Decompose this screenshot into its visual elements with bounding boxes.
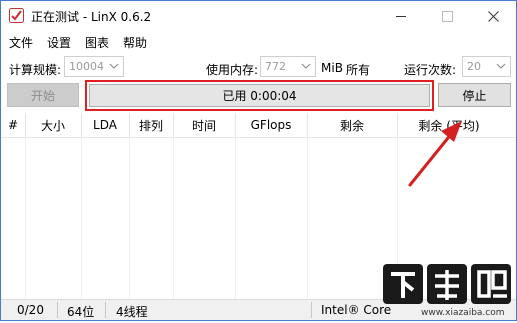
memory-unit: MiB bbox=[321, 61, 343, 75]
status-progress: 0/20 bbox=[17, 303, 44, 317]
elapsed-highlight: 已用 0:00:04 bbox=[85, 80, 434, 111]
status-threads: 4线程 bbox=[116, 305, 148, 319]
minimize-button[interactable] bbox=[378, 1, 424, 31]
status-bits: 64位 bbox=[67, 305, 95, 319]
column-gridline bbox=[173, 137, 174, 299]
column-header-align[interactable]: 排列 bbox=[129, 113, 173, 137]
watermark-url: www.xiazaiba.com bbox=[421, 308, 505, 318]
problem-size-label: 计算规模: bbox=[9, 63, 62, 77]
column-gridline bbox=[81, 137, 82, 299]
all-memory-option[interactable]: 所有 bbox=[346, 61, 370, 78]
column-gridline bbox=[129, 137, 130, 299]
close-button[interactable] bbox=[470, 1, 516, 31]
column-separator bbox=[25, 113, 26, 137]
runs-combo[interactable]: 20 bbox=[462, 56, 511, 77]
runs-label: 运行次数: bbox=[404, 63, 457, 77]
column-separator bbox=[81, 113, 82, 137]
column-gridline bbox=[307, 137, 308, 299]
menu-charts[interactable]: 图表 bbox=[85, 34, 109, 51]
column-header-remaining-avg[interactable]: 剩余 (平均) bbox=[397, 113, 501, 137]
checkmark-app-icon bbox=[9, 8, 24, 23]
column-gridline bbox=[25, 137, 26, 299]
chevron-down-icon bbox=[496, 63, 506, 69]
maximize-icon bbox=[441, 10, 453, 22]
stop-button[interactable]: 停止 bbox=[438, 83, 511, 107]
column-separator bbox=[173, 113, 174, 137]
status-separator bbox=[105, 302, 106, 318]
menu-settings[interactable]: 设置 bbox=[47, 34, 71, 51]
settings-row: 计算规模: 10004 使用内存: 772 MiB 所有 运行次数: 20 bbox=[1, 56, 516, 80]
column-gridline bbox=[235, 137, 236, 299]
column-header-remaining[interactable]: 剩余 bbox=[307, 113, 397, 137]
elapsed-time-bar: 已用 0:00:04 bbox=[89, 84, 430, 107]
menu-bar: 文件 设置 图表 帮助 bbox=[1, 31, 516, 51]
title-bar: 正在测试 - LinX 0.6.2 bbox=[1, 1, 516, 31]
menu-file[interactable]: 文件 bbox=[9, 34, 33, 51]
table-header: # 大小 LDA 排列 时间 GFlops 剩余 剩余 (平均) bbox=[1, 113, 516, 138]
start-button[interactable]: 开始 bbox=[7, 83, 79, 107]
problem-size-value: 10004 bbox=[69, 60, 104, 73]
maximize-button[interactable] bbox=[424, 1, 470, 31]
column-header-lda[interactable]: LDA bbox=[81, 113, 129, 137]
problem-size-combo[interactable]: 10004 bbox=[64, 56, 124, 77]
memory-combo[interactable]: 772 bbox=[260, 56, 316, 77]
chevron-down-icon bbox=[301, 63, 311, 69]
column-header-time[interactable]: 时间 bbox=[173, 113, 235, 137]
window-title: 正在测试 - LinX 0.6.2 bbox=[31, 10, 152, 24]
column-header-size[interactable]: 大小 bbox=[25, 113, 81, 137]
column-header-index[interactable]: # bbox=[1, 113, 25, 137]
minimize-icon bbox=[396, 15, 406, 17]
menu-help[interactable]: 帮助 bbox=[123, 34, 147, 51]
column-separator bbox=[397, 113, 398, 137]
status-separator bbox=[311, 302, 312, 318]
column-separator bbox=[129, 113, 130, 137]
close-icon bbox=[487, 10, 499, 22]
column-separator bbox=[235, 113, 236, 137]
column-header-gflops[interactable]: GFlops bbox=[235, 113, 307, 137]
memory-value: 772 bbox=[265, 60, 286, 73]
memory-label: 使用内存: bbox=[206, 63, 259, 77]
watermark-logo: www.xiazaiba.com bbox=[381, 262, 515, 320]
column-separator bbox=[307, 113, 308, 137]
status-separator bbox=[57, 302, 58, 318]
chevron-down-icon bbox=[109, 63, 119, 69]
runs-value: 20 bbox=[467, 60, 481, 73]
